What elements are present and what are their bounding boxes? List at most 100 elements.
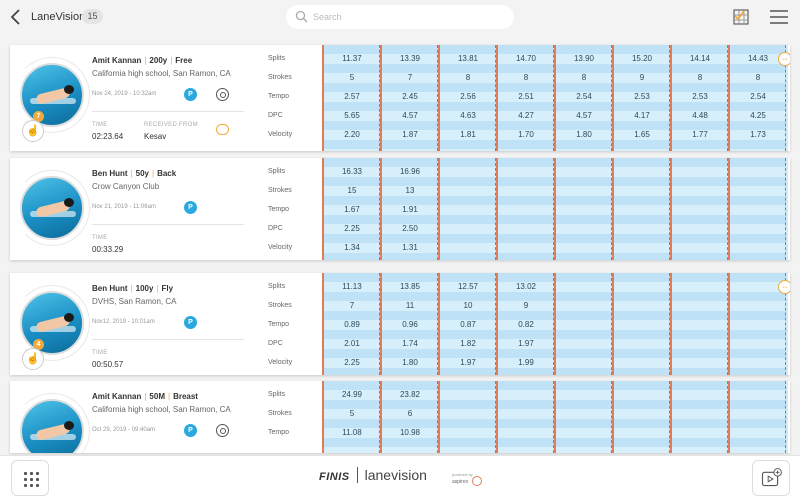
swimmer-thumbnail[interactable] <box>20 291 84 355</box>
metric-cell-velocity: 1.80 <box>402 358 418 367</box>
metric-labels: Splits Strokes Tempo DPC Velocity <box>258 158 320 260</box>
lane-grid: 11.37 13.39 13.81 14.70 13.90 15.20 14.14 14.43… <box>322 45 788 151</box>
search-bar[interactable] <box>286 5 514 29</box>
metric-cell-tempo: 11.08 <box>342 428 362 437</box>
metric-label: Velocity <box>268 244 293 251</box>
metric-cell-strokes: 9 <box>523 301 529 310</box>
club-name: California high school, San Ramon, CA <box>92 405 231 414</box>
swimmer-name: Ben Hunt <box>92 284 128 293</box>
metric-cell-tempo: 2.45 <box>402 92 418 101</box>
metric-cell-dpc: 4.25 <box>750 111 766 120</box>
lane-column <box>612 158 670 260</box>
metric-cell-tempo: 1.67 <box>344 205 360 214</box>
metric-labels: Splits Strokes Tempo DPC Velocity <box>258 45 320 151</box>
metric-cell-tempo: 10.98 <box>399 428 421 437</box>
lane-column <box>438 158 496 260</box>
p-badge[interactable]: P <box>184 88 197 101</box>
metric-cell-splits: 13.90 <box>573 54 595 63</box>
expand-arrow-icon[interactable]: ⇔ <box>778 280 790 294</box>
expand-arrow-icon[interactable]: ⇔ <box>778 52 790 66</box>
metric-label: Velocity <box>268 359 293 366</box>
event-stroke: Back <box>157 169 177 178</box>
metric-cell-velocity: 2.25 <box>344 358 360 367</box>
swimmer-thumbnail[interactable] <box>20 176 84 240</box>
lane-column <box>670 273 728 375</box>
metric-labels: Splits Strokes Tempo DPC Velocity <box>258 273 320 375</box>
lane-column <box>612 381 670 453</box>
metric-label: Velocity <box>268 131 293 138</box>
event-stroke: Breast <box>173 392 198 401</box>
search-input[interactable] <box>313 9 503 25</box>
lane-column <box>554 158 612 260</box>
received-from-value: Kesav <box>144 132 167 141</box>
metric-cell-dpc: 5.65 <box>344 111 360 120</box>
lane-column <box>438 381 496 453</box>
metric-cell-strokes: 5 <box>349 73 355 82</box>
hand-pointer-icon[interactable]: ☝ <box>22 120 44 142</box>
lane-column <box>670 381 728 453</box>
session-info: Amit Kannan | 50M | Breast California high s… <box>10 381 253 453</box>
target-icon[interactable] <box>216 424 229 437</box>
lane-column <box>554 273 612 375</box>
p-badge[interactable]: P <box>184 424 197 437</box>
lane-grid: 24.99 23.82 5 6 11.08 10.98 <box>322 381 788 453</box>
metric-label: DPC <box>268 225 283 232</box>
aspirex-logo: aspirex <box>452 479 469 485</box>
metric-cell-splits: 14.14 <box>689 54 711 63</box>
lane-column <box>728 381 786 453</box>
event-stroke: Fly <box>161 284 174 293</box>
p-badge[interactable]: P <box>184 201 197 214</box>
metric-cell-splits: 12.57 <box>457 282 479 291</box>
metric-label: Tempo <box>268 321 290 328</box>
metric-cell-dpc: 2.25 <box>344 224 360 233</box>
session-card[interactable]: Amit Kannan | 50M | Breast California high s… <box>10 381 790 453</box>
metric-cell-dpc: 4.48 <box>692 111 708 120</box>
lane-column <box>612 273 670 375</box>
swimmer-thumbnail[interactable] <box>20 63 84 127</box>
p-badge[interactable]: P <box>184 316 197 329</box>
metric-cell-strokes: 8 <box>755 73 761 82</box>
metric-cell-strokes: 5 <box>349 409 355 418</box>
hand-pointer-icon[interactable]: ☝ <box>22 348 44 370</box>
checklist-grid-icon[interactable] <box>731 7 751 27</box>
lane-grid: 16.33 16.96 15 13 1.67 1.91 2.25 2.50 1.34 1.31 <box>322 158 788 260</box>
metric-cell-splits: 16.33 <box>341 167 363 176</box>
metric-label: Splits <box>268 55 286 62</box>
swimmer-name: Amit Kannan <box>92 392 142 401</box>
session-info: 7 ☝ Amit Kannan | 200y | Free California hig… <box>10 45 253 151</box>
session-card[interactable]: 7 ☝ Amit Kannan | 200y | Free California hig… <box>10 45 790 151</box>
metric-cell-splits: 23.82 <box>399 390 421 399</box>
metric-label: Splits <box>268 391 286 398</box>
chevron-left-icon[interactable] <box>8 8 24 26</box>
metric-cell-splits: 14.70 <box>515 54 537 63</box>
received-from-label: RECEIVED FROM <box>144 122 198 128</box>
metric-label: Tempo <box>268 206 290 213</box>
swimmer-name: Amit Kannan <box>92 56 142 65</box>
session-date: Nov 21, 2019 - 11:06am <box>92 204 156 210</box>
metric-cell-tempo: 0.82 <box>518 320 534 329</box>
metric-cell-velocity: 1.99 <box>518 358 534 367</box>
metric-cell-dpc: 4.57 <box>576 111 592 120</box>
session-info: 4 ☝ Ben Hunt | 100y | Fly DVHS, San Ramon, C… <box>10 273 253 375</box>
metric-cell-velocity: 1.70 <box>518 130 534 139</box>
metric-cell-tempo: 1.91 <box>402 205 418 214</box>
metric-label: Strokes <box>268 410 292 417</box>
app-grid-icon[interactable] <box>11 460 49 496</box>
metric-label: DPC <box>268 340 283 347</box>
hamburger-menu-icon[interactable] <box>769 9 789 25</box>
swimmer-name: Ben Hunt <box>92 169 128 178</box>
metric-cell-dpc: 2.50 <box>402 224 418 233</box>
metric-cell-velocity: 1.80 <box>576 130 592 139</box>
metric-cell-velocity: 2.20 <box>344 130 360 139</box>
chat-icon[interactable] <box>216 124 229 135</box>
add-video-icon[interactable] <box>752 460 790 496</box>
event-title: Amit Kannan | 50M | Breast <box>92 392 198 401</box>
session-card[interactable]: 4 ☝ Ben Hunt | 100y | Fly DVHS, San Ramon, C… <box>10 273 790 375</box>
time-value: 00:33.29 <box>92 245 124 254</box>
metric-label: DPC <box>268 112 283 119</box>
time-value: 02:23.64 <box>92 132 124 141</box>
metric-cell-tempo: 2.53 <box>634 92 650 101</box>
session-date: Nov12, 2019 - 10:01am <box>92 319 155 325</box>
target-icon[interactable] <box>216 88 229 101</box>
session-card[interactable]: Ben Hunt | 50y | Back Crow Canyon Club Nov 2… <box>10 158 790 260</box>
